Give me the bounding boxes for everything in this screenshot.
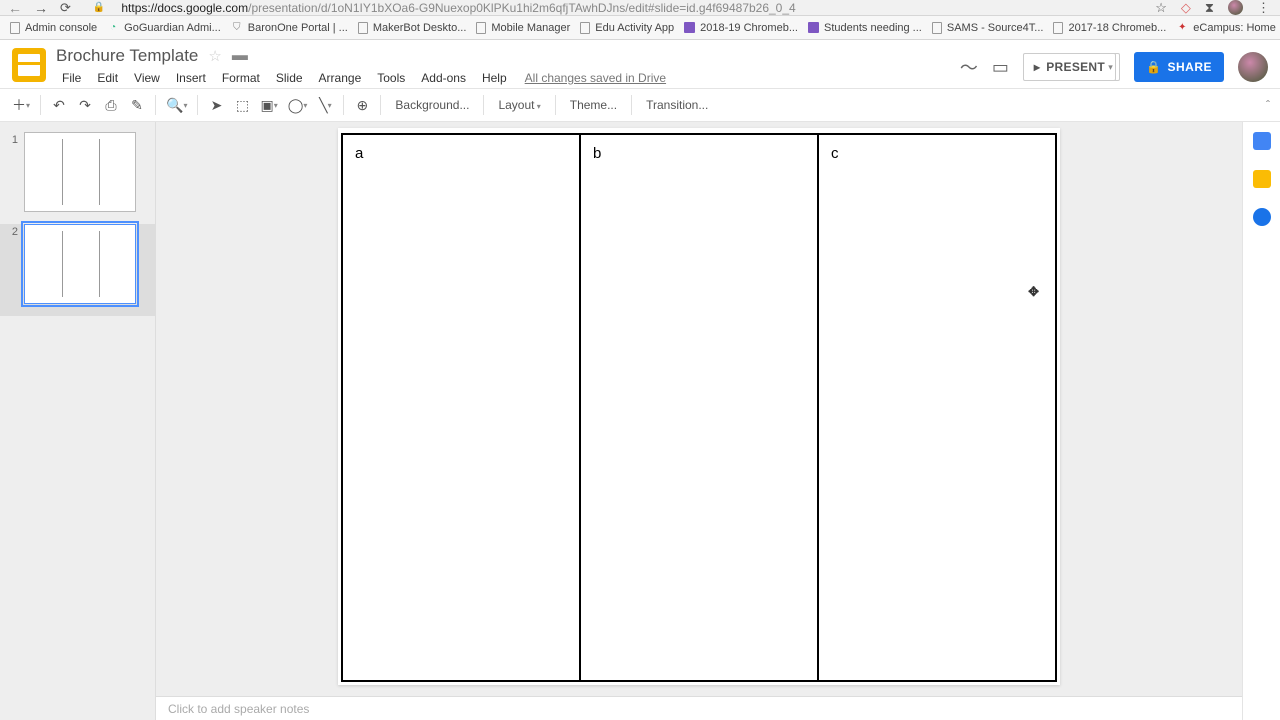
bookmark-admin-console[interactable]: Admin console xyxy=(10,22,97,34)
keep-icon[interactable] xyxy=(1253,170,1271,188)
star-icon[interactable]: ☆ xyxy=(1155,0,1167,16)
toolbar: ＋ ↶ ↷ ⎙ ✎ 🔍 ➤ ⬚ ▣ ◯ ╲ ⊕ Background... La… xyxy=(0,88,1280,122)
slide-canvas[interactable]: a b c ✥ xyxy=(339,129,1059,684)
menu-addons[interactable]: Add-ons xyxy=(415,69,472,87)
bookmark-students[interactable]: Students needing ... xyxy=(808,22,922,34)
thumb-number: 1 xyxy=(8,132,18,146)
brochure-table[interactable]: a b c xyxy=(341,133,1057,682)
filmstrip: 1 2 xyxy=(0,122,156,720)
menu-file[interactable]: File xyxy=(56,69,87,87)
side-panel xyxy=(1242,122,1280,720)
present-dropdown[interactable]: ▾ xyxy=(1102,53,1120,81)
url-bar[interactable]: https://docs.google.com/presentation/d/1… xyxy=(121,1,795,15)
print-button[interactable]: ⎙ xyxy=(99,92,123,118)
new-slide-button[interactable]: ＋ xyxy=(8,92,34,118)
line-tool[interactable]: ╲ xyxy=(313,92,337,118)
zoom-button[interactable]: 🔍 xyxy=(162,92,191,118)
select-tool[interactable]: ➤ xyxy=(204,92,228,118)
menu-format[interactable]: Format xyxy=(216,69,266,87)
move-folder-icon[interactable]: ▬ xyxy=(232,47,248,65)
back-icon[interactable]: ← xyxy=(8,0,22,16)
menu-icon[interactable]: ⋮ xyxy=(1257,0,1270,16)
canvas-area[interactable]: a b c ✥ xyxy=(156,122,1242,720)
background-button[interactable]: Background... xyxy=(387,98,477,112)
comments-icon[interactable]: ▭ xyxy=(992,57,1009,78)
shape-tool[interactable]: ◯ xyxy=(284,92,312,118)
notes-placeholder: Click to add speaker notes xyxy=(168,702,309,716)
transition-button[interactable]: Transition... xyxy=(638,98,716,112)
browser-nav-bar: ← → ⟳ 🔒 https://docs.google.com/presenta… xyxy=(0,0,1280,16)
workspace: 1 2 a b c ✥ Click to add speaker not xyxy=(0,122,1280,720)
brochure-col-b[interactable]: b xyxy=(581,135,819,680)
lock-icon: 🔒 xyxy=(93,2,105,13)
slide-thumb-2-row[interactable]: 2 xyxy=(0,224,155,316)
extension-icon-2[interactable]: ⧗ xyxy=(1205,0,1214,16)
calendar-icon[interactable] xyxy=(1253,132,1271,150)
menu-view[interactable]: View xyxy=(128,69,166,87)
activity-icon[interactable]: 〜 xyxy=(960,54,978,80)
account-avatar[interactable] xyxy=(1238,52,1268,82)
share-button[interactable]: 🔒 SHARE xyxy=(1134,52,1224,82)
menu-slide[interactable]: Slide xyxy=(270,69,309,87)
move-cursor-icon: ✥ xyxy=(1028,284,1039,300)
save-status[interactable]: All changes saved in Drive xyxy=(525,71,666,85)
star-icon[interactable]: ☆ xyxy=(208,47,221,65)
app-header: Brochure Template ☆ ▬ File Edit View Ins… xyxy=(0,40,1280,88)
forward-icon[interactable]: → xyxy=(34,0,48,16)
bookmark-mobile-manager[interactable]: Mobile Manager xyxy=(476,22,570,34)
bookmark-edu-activity[interactable]: Edu Activity App xyxy=(580,22,674,34)
textbox-tool[interactable]: ⬚ xyxy=(230,92,254,118)
paint-format-button[interactable]: ✎ xyxy=(125,92,149,118)
slide-thumb-2[interactable] xyxy=(24,224,136,304)
bookmark-2018-19[interactable]: 2018-19 Chromeb... xyxy=(684,22,798,34)
redo-button[interactable]: ↷ xyxy=(73,92,97,118)
profile-avatar-icon[interactable] xyxy=(1228,0,1243,15)
play-icon: ▸ xyxy=(1034,60,1040,74)
undo-button[interactable]: ↶ xyxy=(47,92,71,118)
brochure-col-a[interactable]: a xyxy=(343,135,581,680)
lock-icon: 🔒 xyxy=(1146,60,1161,74)
slides-logo-icon[interactable] xyxy=(12,48,46,82)
extension-icon-1[interactable]: ◇ xyxy=(1181,0,1191,16)
bookmark-baronone[interactable]: ⛉BaronOne Portal | ... xyxy=(231,22,348,34)
bookmark-2017-18[interactable]: 2017-18 Chromeb... xyxy=(1053,22,1166,34)
menu-help[interactable]: Help xyxy=(476,69,513,87)
image-tool[interactable]: ▣ xyxy=(256,92,281,118)
brochure-col-c[interactable]: c xyxy=(819,135,1055,680)
bookmark-sams[interactable]: SAMS - Source4T... xyxy=(932,22,1044,34)
bookmarks-bar: Admin console ◔GoGuardian Admi... ⛉Baron… xyxy=(0,16,1280,40)
document-title[interactable]: Brochure Template xyxy=(56,46,198,66)
slide-thumb-1-row[interactable]: 1 xyxy=(8,132,147,212)
menu-bar: File Edit View Insert Format Slide Arran… xyxy=(56,69,960,87)
theme-button[interactable]: Theme... xyxy=(562,98,625,112)
menu-arrange[interactable]: Arrange xyxy=(313,69,368,87)
menu-edit[interactable]: Edit xyxy=(91,69,124,87)
reload-icon[interactable]: ⟳ xyxy=(60,0,71,16)
bookmark-goguardian[interactable]: ◔GoGuardian Admi... xyxy=(107,22,221,34)
menu-insert[interactable]: Insert xyxy=(170,69,212,87)
thumb-number: 2 xyxy=(8,224,18,238)
bookmark-ecampus[interactable]: ✦eCampus: Home xyxy=(1176,22,1276,34)
collapse-toolbar-icon[interactable]: ˆ xyxy=(1266,98,1270,112)
speaker-notes[interactable]: Click to add speaker notes xyxy=(156,696,1242,720)
layout-button[interactable]: Layout xyxy=(490,98,548,112)
bookmark-makerbot[interactable]: MakerBot Deskto... xyxy=(358,22,467,34)
tasks-icon[interactable] xyxy=(1253,208,1271,226)
slide-thumb-1[interactable] xyxy=(24,132,136,212)
comment-tool[interactable]: ⊕ xyxy=(350,92,374,118)
menu-tools[interactable]: Tools xyxy=(371,69,411,87)
